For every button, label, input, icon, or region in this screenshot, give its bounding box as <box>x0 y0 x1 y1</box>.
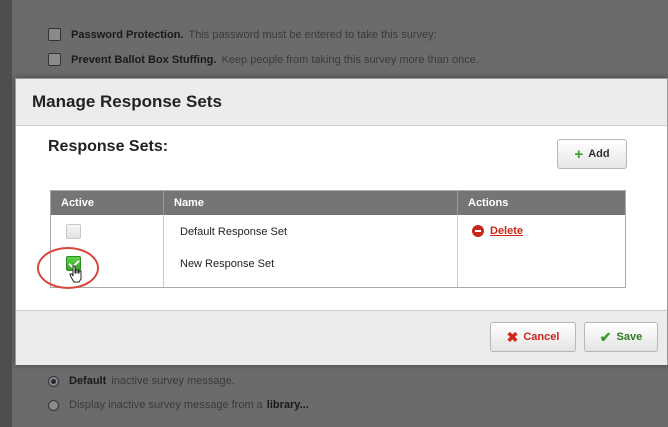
password-protection-option: Password Protection. This password must … <box>48 28 437 41</box>
response-set-name: New Response Set <box>180 258 275 270</box>
dialog-body: Response Sets: + Add Active Name Actions <box>16 126 667 310</box>
delete-label: Delete <box>490 225 524 237</box>
manage-response-sets-dialog: Manage Response Sets Response Sets: + Ad… <box>15 78 668 365</box>
actions-column: Delete <box>458 215 625 287</box>
default-message-option: Default inactive survey message. <box>48 375 235 387</box>
minus-circle-icon <box>472 225 484 237</box>
prevent-ballot-stuffing-checkbox[interactable] <box>48 53 61 66</box>
active-column <box>37 215 164 289</box>
option-description: inactive survey message. <box>111 375 235 387</box>
library-message-radio[interactable] <box>48 399 59 411</box>
library-message-option: Display inactive survey message from a l… <box>48 399 314 411</box>
option-title: Prevent Ballot Box Stuffing. <box>71 53 217 66</box>
table-header: Active Name Actions <box>51 191 625 215</box>
x-icon: ✖ <box>506 328 519 345</box>
plus-icon: + <box>574 145 584 163</box>
cancel-button-label: Cancel <box>523 331 560 343</box>
checkmark-icon: ✔ <box>599 328 612 345</box>
library-link[interactable]: library... <box>267 399 309 411</box>
add-button-label: Add <box>588 148 610 160</box>
dialog-header: Manage Response Sets <box>16 79 667 126</box>
option-description: This password must be entered to take th… <box>188 28 437 41</box>
option-title: Password Protection. <box>71 28 184 41</box>
cancel-button[interactable]: ✖ Cancel <box>490 322 576 352</box>
default-message-radio[interactable] <box>48 375 59 387</box>
save-button-label: Save <box>616 331 643 343</box>
column-header-active: Active <box>51 191 164 215</box>
option-description: Keep people from taking this survey more… <box>221 53 479 66</box>
response-sets-table: Active Name Actions Default Response Set… <box>37 190 626 289</box>
response-set-name: Default Response Set <box>180 226 288 238</box>
table-body: Default Response Set New Response Set De… <box>37 215 625 289</box>
name-column: Default Response Set New Response Set <box>164 215 458 287</box>
section-title: Response Sets: <box>48 138 169 155</box>
column-header-actions: Actions <box>468 197 509 209</box>
add-button[interactable]: + Add <box>557 139 627 169</box>
dialog-title: Manage Response Sets <box>32 92 222 111</box>
pointer-cursor-icon <box>69 265 82 283</box>
delete-link[interactable]: Delete <box>472 225 523 237</box>
column-header-name: Name <box>164 191 458 215</box>
prevent-ballot-stuffing-option: Prevent Ballot Box Stuffing. Keep people… <box>48 53 479 66</box>
password-protection-checkbox[interactable] <box>48 28 61 41</box>
option-title: Default <box>69 375 107 387</box>
active-checkbox-default[interactable] <box>66 224 81 239</box>
option-description: Display inactive survey message from a <box>69 399 263 411</box>
dialog-footer: ✖ Cancel ✔ Save <box>16 310 667 365</box>
save-button[interactable]: ✔ Save <box>584 322 658 352</box>
